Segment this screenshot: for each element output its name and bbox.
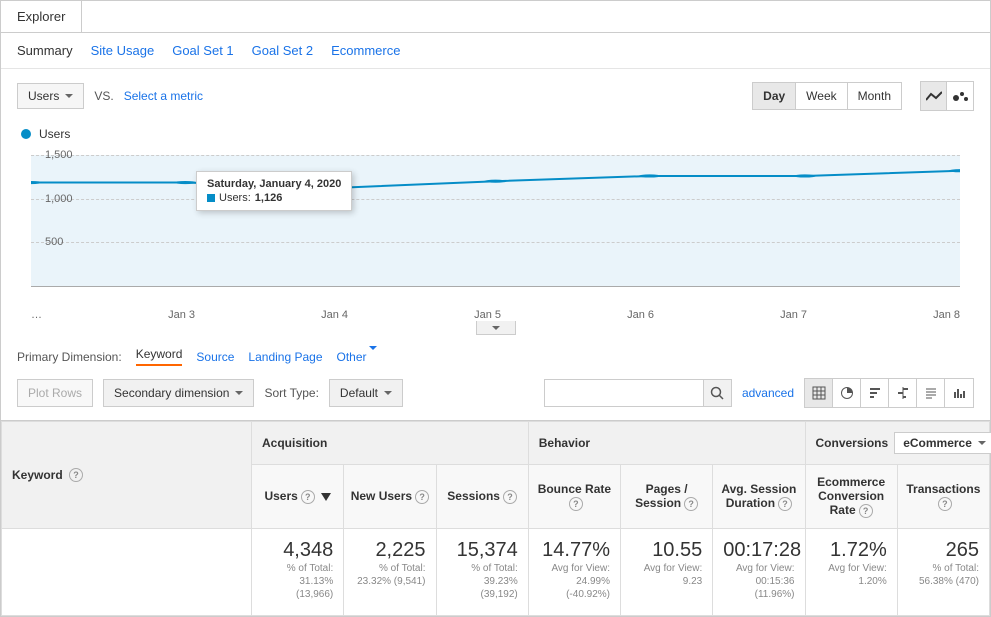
dim-landing-page[interactable]: Landing Page xyxy=(248,350,322,364)
subtab-summary[interactable]: Summary xyxy=(17,43,73,58)
x-tick: Jan 5 xyxy=(474,309,501,321)
summary-row: 4,348% of Total:31.13% (13,966) 2,225% o… xyxy=(2,528,990,615)
help-icon[interactable]: ? xyxy=(569,497,583,511)
x-tick: Jan 8 xyxy=(933,309,960,321)
view-pie-icon[interactable] xyxy=(833,379,861,407)
tooltip-metric: Users: xyxy=(219,192,251,204)
help-icon[interactable]: ? xyxy=(938,497,952,511)
primary-metric-dropdown[interactable]: Users xyxy=(17,83,84,109)
advanced-link[interactable]: advanced xyxy=(742,386,794,400)
x-tick: … xyxy=(31,309,42,321)
sort-type-label: Sort Type: xyxy=(264,386,318,400)
time-grain-toggle: Day Week Month xyxy=(752,82,902,110)
subtab-ecommerce[interactable]: Ecommerce xyxy=(331,43,400,58)
subtab-goal1[interactable]: Goal Set 1 xyxy=(172,43,233,58)
view-bar-icon[interactable] xyxy=(861,379,889,407)
group-behavior: Behavior xyxy=(528,422,805,465)
view-pivot-icon[interactable] xyxy=(945,379,973,407)
dim-source[interactable]: Source xyxy=(196,350,234,364)
x-tick: Jan 6 xyxy=(627,309,654,321)
help-icon[interactable]: ? xyxy=(859,504,873,518)
help-icon[interactable]: ? xyxy=(69,468,83,482)
col-ecom-rate[interactable]: Ecommerce Conversion Rate? xyxy=(805,465,897,529)
dim-other[interactable]: Other xyxy=(337,350,377,364)
col-avg-duration[interactable]: Avg. Session Duration? xyxy=(713,465,805,529)
view-table-icon[interactable] xyxy=(805,379,833,407)
primary-metric-label: Users xyxy=(28,89,59,103)
tooltip-date: Saturday, January 4, 2020 xyxy=(207,178,341,190)
subtab-goal2[interactable]: Goal Set 2 xyxy=(252,43,313,58)
view-term-cloud-icon[interactable] xyxy=(917,379,945,407)
caret-down-icon xyxy=(235,391,243,395)
caret-down-icon xyxy=(65,94,73,98)
col-bounce-rate[interactable]: Bounce Rate? xyxy=(528,465,620,529)
help-icon[interactable]: ? xyxy=(415,490,429,504)
search-icon xyxy=(710,386,724,400)
line-chart-icon[interactable] xyxy=(921,82,947,110)
group-conversions: Conversions eCommerce xyxy=(805,422,990,465)
time-week[interactable]: Week xyxy=(796,83,847,109)
help-icon[interactable]: ? xyxy=(301,490,315,504)
secondary-dimension-dropdown[interactable]: Secondary dimension xyxy=(103,379,254,407)
sort-desc-icon xyxy=(321,493,331,501)
search-button[interactable] xyxy=(704,379,732,407)
x-tick: Jan 3 xyxy=(168,309,195,321)
table-search-input[interactable] xyxy=(544,379,704,407)
chart-expand-handle[interactable] xyxy=(476,321,516,335)
time-day[interactable]: Day xyxy=(753,83,796,109)
col-pages-session[interactable]: Pages / Session? xyxy=(621,465,713,529)
time-month[interactable]: Month xyxy=(848,83,901,109)
col-transactions[interactable]: Transactions? xyxy=(897,465,989,529)
vs-label: VS. xyxy=(94,89,113,103)
dim-keyword[interactable]: Keyword xyxy=(136,347,183,366)
caret-down-icon xyxy=(492,326,500,330)
help-icon[interactable]: ? xyxy=(503,490,517,504)
col-sessions[interactable]: Sessions? xyxy=(436,465,528,529)
view-comparison-icon[interactable] xyxy=(889,379,917,407)
line-chart[interactable]: 1,500 1,000 500 Saturday, Janua xyxy=(21,147,970,307)
group-acquisition: Acquisition xyxy=(252,422,529,465)
motion-chart-icon[interactable] xyxy=(947,82,973,110)
x-tick: Jan 7 xyxy=(780,309,807,321)
sort-type-dropdown[interactable]: Default xyxy=(329,379,403,407)
data-table: Keyword ? Acquisition Behavior Conversio… xyxy=(1,421,990,616)
legend-label: Users xyxy=(39,127,70,141)
tooltip-color-icon xyxy=(207,194,215,202)
chart-tooltip: Saturday, January 4, 2020 Users: 1,126 xyxy=(196,171,352,211)
help-icon[interactable]: ? xyxy=(778,497,792,511)
caret-down-icon xyxy=(369,346,377,364)
legend-dot-icon xyxy=(21,129,31,139)
x-tick: Jan 4 xyxy=(321,309,348,321)
col-new-users[interactable]: New Users? xyxy=(344,465,436,529)
subtab-site-usage[interactable]: Site Usage xyxy=(91,43,155,58)
subtabs: Summary Site Usage Goal Set 1 Goal Set 2… xyxy=(1,33,990,69)
caret-down-icon xyxy=(978,441,986,445)
tooltip-value: 1,126 xyxy=(255,192,283,204)
primary-dimension-label: Primary Dimension: xyxy=(17,350,122,364)
col-keyword-header[interactable]: Keyword ? xyxy=(2,422,252,529)
select-metric-link[interactable]: Select a metric xyxy=(124,89,203,103)
plot-rows-button: Plot Rows xyxy=(17,379,93,407)
tab-explorer[interactable]: Explorer xyxy=(1,1,82,32)
chart-type-toggle xyxy=(920,81,974,111)
help-icon[interactable]: ? xyxy=(684,497,698,511)
conversions-dropdown[interactable]: eCommerce xyxy=(894,432,991,454)
caret-down-icon xyxy=(384,391,392,395)
col-users[interactable]: Users? xyxy=(252,465,344,529)
